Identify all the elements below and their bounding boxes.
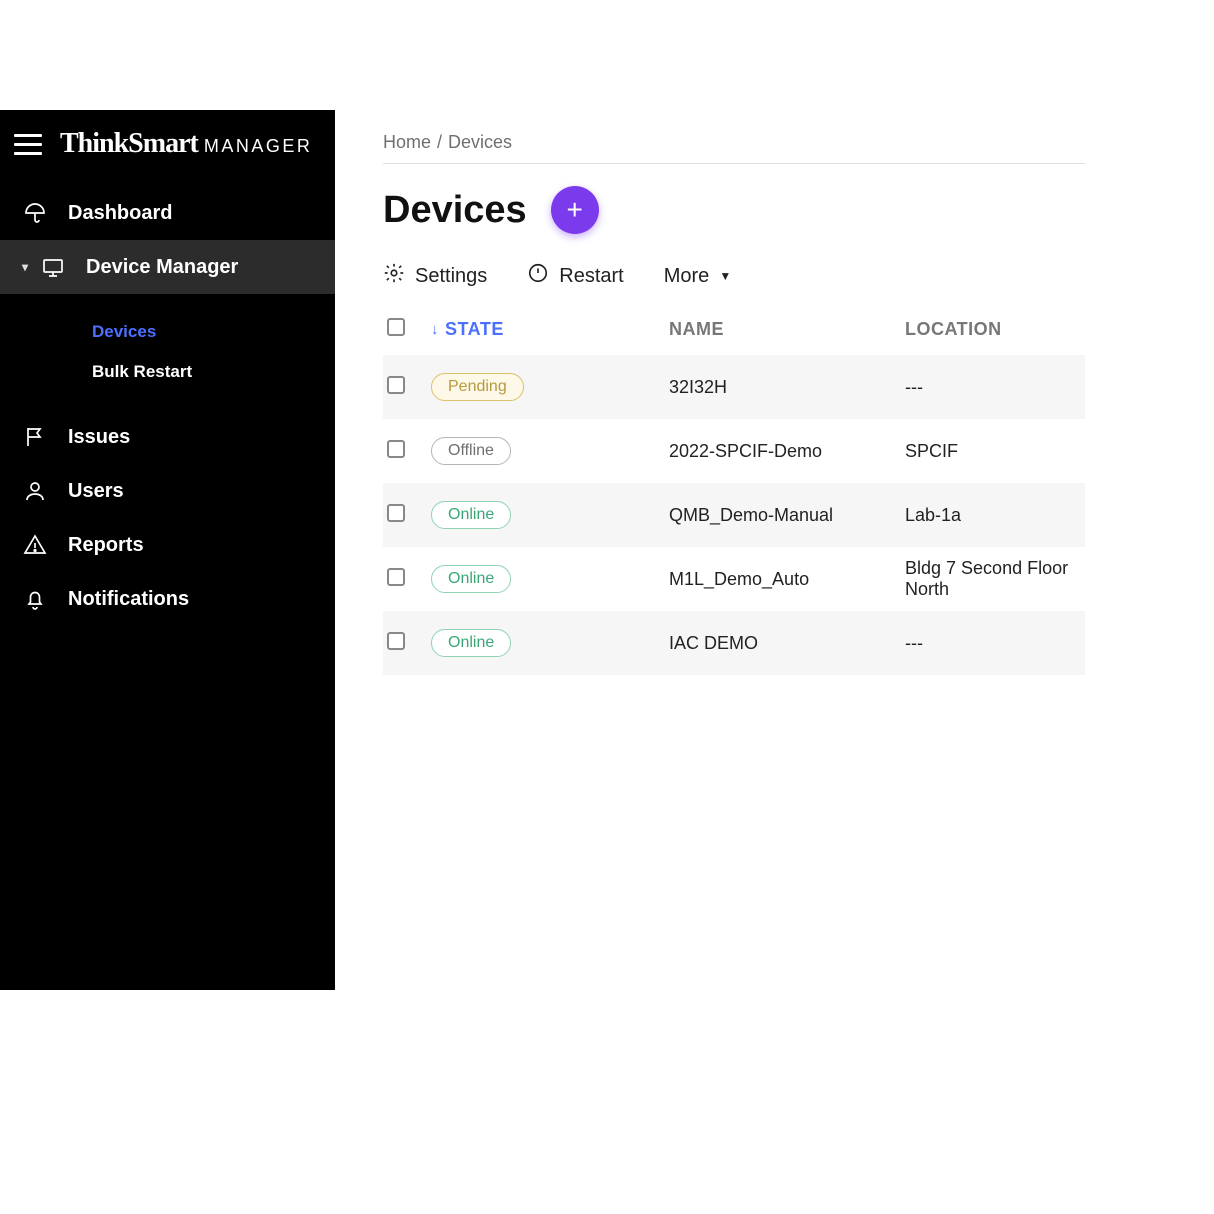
- devices-table: ↓ STATE NAME LOCATION Pending32I32H---Of…: [383, 308, 1085, 675]
- sidebar-item-issues[interactable]: Issues: [0, 410, 335, 464]
- brand: ThinkSmart MANAGER: [60, 128, 312, 160]
- menu-toggle[interactable]: [14, 134, 42, 155]
- breadcrumb-sep: /: [437, 132, 442, 153]
- umbrella-icon: [22, 200, 48, 226]
- sidebar-label: Device Manager: [86, 256, 238, 279]
- state-badge: Pending: [431, 373, 524, 401]
- table-row[interactable]: Offline 2022-SPCIF-DemoSPCIF: [383, 419, 1085, 483]
- toolbar-label: Settings: [415, 265, 487, 288]
- sidebar-item-device-manager[interactable]: ▾ Device Manager: [0, 240, 335, 294]
- bell-icon: [22, 586, 48, 612]
- device-name: 32I32H: [669, 377, 905, 398]
- table-row[interactable]: Online IAC DEMO---: [383, 611, 1085, 675]
- table-row[interactable]: Online M1L_Demo_AutoBldg 7 Second Floor N…: [383, 547, 1085, 611]
- sidebar-item-dashboard[interactable]: Dashboard: [0, 186, 335, 240]
- sidebar-subnav: Devices Bulk Restart: [0, 294, 335, 410]
- sidebar-item-notifications[interactable]: Notifications: [0, 572, 335, 626]
- sidebar-label: Issues: [68, 426, 130, 449]
- device-location: Bldg 7 Second Floor North: [905, 558, 1085, 600]
- row-checkbox[interactable]: [387, 440, 405, 458]
- plus-icon: +: [566, 194, 582, 226]
- restart-button[interactable]: Restart: [527, 262, 623, 290]
- row-checkbox[interactable]: [387, 568, 405, 586]
- brand-thinksmart: ThinkSmart: [60, 128, 198, 160]
- gear-icon: [383, 262, 405, 290]
- toolbar-label: More: [664, 265, 710, 288]
- table-row[interactable]: Online QMB_Demo-ManualLab-1a: [383, 483, 1085, 547]
- device-location: Lab-1a: [905, 505, 1085, 526]
- breadcrumb-current[interactable]: Devices: [448, 132, 512, 153]
- device-location: SPCIF: [905, 441, 1085, 462]
- device-name: M1L_Demo_Auto: [669, 569, 905, 590]
- row-checkbox[interactable]: [387, 632, 405, 650]
- brand-manager: MANAGER: [204, 136, 313, 157]
- chevron-down-icon: ▾: [22, 260, 28, 274]
- sidebar-item-reports[interactable]: Reports: [0, 518, 335, 572]
- breadcrumb-home[interactable]: Home: [383, 132, 431, 153]
- monitor-icon: [40, 254, 66, 280]
- sort-arrow-icon[interactable]: ↓: [431, 321, 439, 338]
- toolbar-label: Restart: [559, 265, 623, 288]
- sidebar-label: Reports: [68, 534, 144, 557]
- device-location: ---: [905, 633, 1085, 654]
- sidebar-label: Notifications: [68, 588, 189, 611]
- device-name: IAC DEMO: [669, 633, 905, 654]
- state-badge: Online: [431, 565, 511, 593]
- main-content: Home / Devices Devices + Settings Rest: [335, 110, 1085, 990]
- table-row[interactable]: Pending 32I32H---: [383, 355, 1085, 419]
- row-checkbox[interactable]: [387, 376, 405, 394]
- sidebar-subitem-bulk-restart[interactable]: Bulk Restart: [92, 352, 335, 392]
- device-location: ---: [905, 377, 1085, 398]
- chevron-down-icon: ▼: [719, 269, 731, 283]
- state-badge: Online: [431, 501, 511, 529]
- sidebar-label: Dashboard: [68, 202, 172, 225]
- breadcrumb: Home / Devices: [383, 132, 1085, 153]
- toolbar: Settings Restart More ▼: [383, 262, 1085, 290]
- power-icon: [527, 262, 549, 290]
- select-all-checkbox[interactable]: [387, 318, 405, 336]
- row-checkbox[interactable]: [387, 504, 405, 522]
- flag-icon: [22, 424, 48, 450]
- warning-icon: [22, 532, 48, 558]
- state-badge: Online: [431, 629, 511, 657]
- device-name: 2022-SPCIF-Demo: [669, 441, 905, 462]
- sidebar-subitem-devices[interactable]: Devices: [92, 312, 335, 352]
- page-title: Devices: [383, 189, 527, 232]
- more-dropdown[interactable]: More ▼: [664, 265, 731, 288]
- device-name: QMB_Demo-Manual: [669, 505, 905, 526]
- add-device-button[interactable]: +: [551, 186, 599, 234]
- table-header: ↓ STATE NAME LOCATION: [383, 308, 1085, 355]
- settings-button[interactable]: Settings: [383, 262, 487, 290]
- col-state-header[interactable]: STATE: [445, 319, 504, 340]
- sidebar-label: Users: [68, 480, 124, 503]
- sidebar: ThinkSmart MANAGER Dashboard ▾ Device Ma…: [0, 110, 335, 990]
- state-badge: Offline: [431, 437, 511, 465]
- user-icon: [22, 478, 48, 504]
- col-location-header[interactable]: LOCATION: [905, 319, 1085, 340]
- col-name-header[interactable]: NAME: [669, 319, 905, 340]
- sidebar-item-users[interactable]: Users: [0, 464, 335, 518]
